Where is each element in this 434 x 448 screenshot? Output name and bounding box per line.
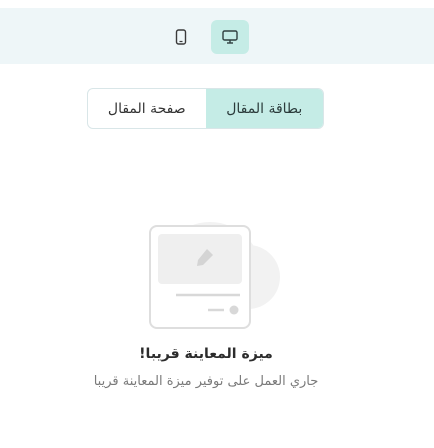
- monitor-icon: [222, 30, 238, 44]
- tab-article-page[interactable]: صفحة المقال: [88, 89, 206, 128]
- tab-article-page-label: صفحة المقال: [107, 100, 186, 117]
- preview-tabs: بطاقة المقال صفحة المقال: [87, 88, 324, 129]
- mobile-preview-button[interactable]: [162, 20, 200, 54]
- device-toolbar: [0, 8, 434, 64]
- tab-article-card-label: بطاقة المقال: [226, 100, 303, 117]
- mobile-phone-icon: [175, 29, 187, 45]
- image-placeholder-icon: [149, 222, 280, 329]
- tab-article-card[interactable]: بطاقة المقال: [205, 89, 323, 128]
- empty-state-subtitle: جاري العمل على توفير ميزة المعاينة قريبا: [93, 374, 319, 389]
- empty-state-title: ميزة المعاينة قريبا!: [139, 346, 273, 362]
- empty-state-illustration: [128, 222, 288, 332]
- desktop-preview-button[interactable]: [211, 20, 249, 54]
